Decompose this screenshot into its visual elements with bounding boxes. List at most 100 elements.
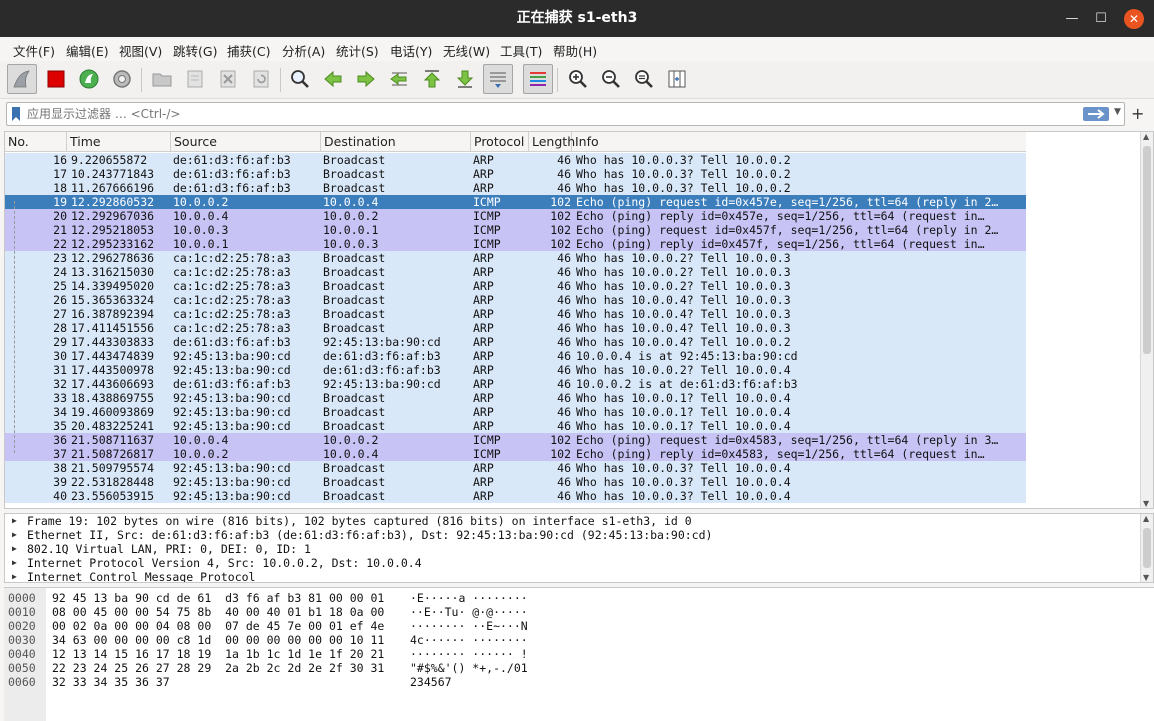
resize-columns-button[interactable] (662, 64, 692, 94)
menu-statistics[interactable]: 统计(S) (336, 41, 379, 60)
hex-off: 0030 (8, 633, 36, 647)
table-row[interactable]: 28 17.411451556 ca:1c:d2:25:78:a3 Broadcast… (5, 321, 1026, 335)
menu-file[interactable]: 文件(F) (13, 41, 55, 60)
table-row[interactable]: 40 23.556053915 92:45:13:ba:90:cd Broadcast… (5, 489, 1026, 503)
go-to-packet-button[interactable] (384, 64, 414, 94)
cell-dst: 10.0.0.2 (323, 209, 379, 223)
find-packet-button[interactable] (285, 64, 315, 94)
cell-time: 12.292967036 (71, 209, 155, 223)
expand-arrow-icon[interactable]: ▶ (12, 542, 17, 556)
detail-ipv4[interactable]: ▶ Internet Protocol Version 4, Src: 10.0.… (5, 556, 1153, 570)
auto-scroll-button[interactable] (483, 64, 513, 94)
open-file-button[interactable] (147, 64, 177, 94)
table-row[interactable]: 38 21.509795574 92:45:13:ba:90:cd Broadcast… (5, 461, 1026, 475)
scroll-up-icon[interactable]: ▲ (1143, 132, 1149, 141)
scroll-down-icon[interactable]: ▼ (1143, 499, 1149, 508)
scroll-down-icon[interactable]: ▼ (1143, 573, 1149, 582)
menu-analyze[interactable]: 分析(A) (282, 41, 325, 60)
menu-edit[interactable]: 编辑(E) (66, 41, 109, 60)
table-row[interactable]: 30 17.443474839 92:45:13:ba:90:cd de:61:d3:… (5, 349, 1026, 363)
cell-proto: ARP (473, 391, 494, 405)
minimize-button[interactable]: — (1062, 9, 1082, 29)
scroll-up-icon[interactable]: ▲ (1143, 514, 1149, 523)
detail-icmp[interactable]: ▶ Internet Control Message Protocol (5, 570, 1153, 582)
maximize-button[interactable]: ☐ (1091, 9, 1111, 29)
scrollbar-thumb[interactable] (1143, 528, 1151, 568)
hex-off: 0040 (8, 647, 36, 661)
details-scrollbar[interactable]: ▲ ▼ (1140, 514, 1153, 582)
menu-telephony[interactable]: 电话(Y) (390, 41, 432, 60)
apply-filter-button[interactable] (1083, 107, 1109, 121)
table-row[interactable]: 25 14.339495020 ca:1c:d2:25:78:a3 Broadcast… (5, 279, 1026, 293)
table-row[interactable]: 37 21.508726817 10.0.0.2 10.0.0.4 ICMP 102 Ech… (5, 447, 1026, 461)
table-row[interactable]: 27 16.387892394 ca:1c:d2:25:78:a3 Broadcast… (5, 307, 1026, 321)
column-header-time[interactable]: Time (67, 132, 171, 152)
packet-list-scrollbar[interactable]: ▲ ▼ (1140, 132, 1153, 508)
table-row[interactable]: 26 15.365363324 ca:1c:d2:25:78:a3 Broadcast… (5, 293, 1026, 307)
scrollbar-thumb[interactable] (1143, 146, 1151, 354)
expand-arrow-icon[interactable]: ▶ (12, 528, 17, 542)
restart-capture-button[interactable] (74, 64, 104, 94)
column-header-info[interactable]: Info (572, 132, 1026, 152)
colorize-button[interactable] (523, 64, 553, 94)
expand-arrow-icon[interactable]: ▶ (12, 570, 17, 582)
first-packet-button[interactable] (417, 64, 447, 94)
expand-arrow-icon[interactable]: ▶ (12, 514, 17, 528)
go-back-button[interactable] (318, 64, 348, 94)
cell-time: 21.508726817 (71, 447, 155, 461)
column-header-no[interactable]: No. (5, 132, 67, 152)
detail-frame[interactable]: ▶ Frame 19: 102 bytes on wire (816 bits),… (5, 514, 1153, 528)
table-row[interactable]: 39 22.531828448 92:45:13:ba:90:cd Broadcast… (5, 475, 1026, 489)
table-row[interactable]: 24 13.316215030 ca:1c:d2:25:78:a3 Broadcast… (5, 265, 1026, 279)
table-row[interactable]: 18 11.267666196 de:61:d3:f6:af:b3 Broadcast… (5, 181, 1026, 195)
table-row[interactable]: 31 17.443500978 92:45:13:ba:90:cd de:61:d3:… (5, 363, 1026, 377)
table-row[interactable]: 17 10.243771843 de:61:d3:f6:af:b3 Broadcast… (5, 167, 1026, 181)
table-row[interactable]: 21 12.295218053 10.0.0.3 10.0.0.1 ICMP 102 Ech… (5, 223, 1026, 237)
start-capture-button[interactable] (7, 64, 37, 94)
table-row[interactable]: 16 9.220655872 de:61:d3:f6:af:b3 Broadcast A… (5, 153, 1026, 167)
reload-file-button[interactable] (246, 64, 276, 94)
cell-dst: Broadcast (323, 251, 386, 265)
menu-bar: 文件(F) 编辑(E) 视图(V) 跳转(G) 捕获(C) 分析(A) 统计(S… (0, 37, 1154, 61)
menu-tools[interactable]: 工具(T) (500, 41, 542, 60)
column-header-protocol[interactable]: Protocol (471, 132, 529, 152)
table-row[interactable]: 20 12.292967036 10.0.0.4 10.0.0.2 ICMP 102 Ech… (5, 209, 1026, 223)
table-row[interactable]: 36 21.508711637 10.0.0.4 10.0.0.2 ICMP 102 Ech… (5, 433, 1026, 447)
go-forward-button[interactable] (351, 64, 381, 94)
bookmark-icon[interactable] (11, 107, 21, 121)
zoom-in-button[interactable] (563, 64, 593, 94)
expand-arrow-icon[interactable]: ▶ (12, 556, 17, 570)
add-filter-button[interactable]: + (1131, 104, 1144, 123)
hex-off: 0060 (8, 675, 36, 689)
table-row[interactable]: 29 17.443303833 de:61:d3:f6:af:b3 92:45:13:… (5, 335, 1026, 349)
filter-history-dropdown[interactable]: ▼ (1114, 107, 1121, 117)
menu-help[interactable]: 帮助(H) (553, 41, 597, 60)
table-row[interactable]: 19 12.292860532 10.0.0.2 10.0.0.4 ICMP 102 Ech… (5, 195, 1026, 209)
menu-wireless[interactable]: 无线(W) (443, 41, 490, 60)
menu-go[interactable]: 跳转(G) (173, 41, 217, 60)
column-header-length[interactable]: Length (529, 132, 575, 152)
table-row[interactable]: 32 17.443606693 de:61:d3:f6:af:b3 92:45:13:… (5, 377, 1026, 391)
table-row[interactable]: 23 12.296278636 ca:1c:d2:25:78:a3 Broadcast… (5, 251, 1026, 265)
zoom-out-button[interactable] (596, 64, 626, 94)
column-header-destination[interactable]: Destination (321, 132, 471, 152)
menu-view[interactable]: 视图(V) (119, 41, 162, 60)
table-row[interactable]: 35 20.483225241 92:45:13:ba:90:cd Broadcast… (5, 419, 1026, 433)
table-row[interactable]: 34 19.460093869 92:45:13:ba:90:cd Broadcast… (5, 405, 1026, 419)
column-header-source[interactable]: Source (171, 132, 321, 152)
display-filter-input[interactable] (27, 105, 1077, 123)
menu-capture[interactable]: 捕获(C) (227, 41, 270, 60)
detail-vlan[interactable]: ▶ 802.1Q Virtual LAN, PRI: 0, DEI: 0, ID:… (5, 542, 1153, 556)
close-file-button[interactable] (213, 64, 243, 94)
normal-size-button[interactable] (629, 64, 659, 94)
cell-src: 92:45:13:ba:90:cd (173, 461, 291, 475)
capture-options-button[interactable] (107, 64, 137, 94)
table-row[interactable]: 33 18.438869755 92:45:13:ba:90:cd Broadcast… (5, 391, 1026, 405)
save-file-button[interactable] (180, 64, 210, 94)
last-packet-button[interactable] (450, 64, 480, 94)
close-button[interactable]: ✕ (1124, 9, 1144, 29)
table-row[interactable]: 22 12.295233162 10.0.0.1 10.0.0.3 ICMP 102 Ech… (5, 237, 1026, 251)
detail-ethernet[interactable]: ▶ Ethernet II, Src: de:61:d3:f6:af:b3 (de… (5, 528, 1153, 542)
stop-capture-button[interactable] (41, 64, 71, 94)
cell-time: 12.296278636 (71, 251, 155, 265)
